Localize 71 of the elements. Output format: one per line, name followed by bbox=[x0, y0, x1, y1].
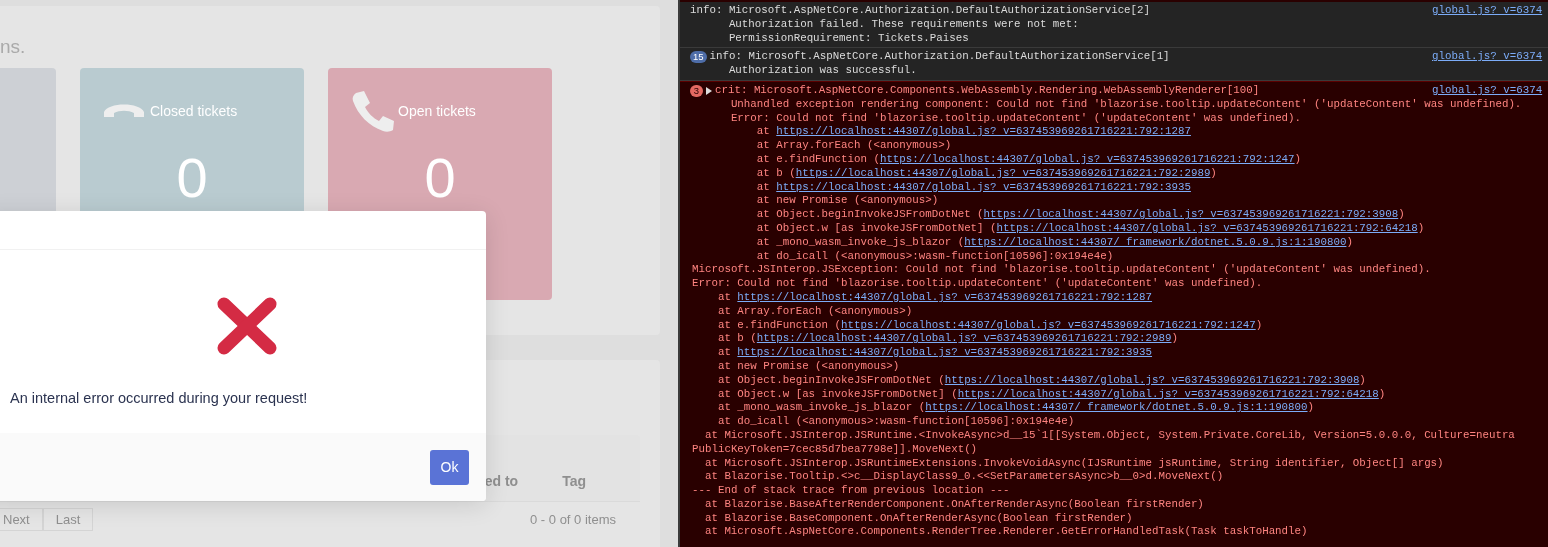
intro-text: ns. bbox=[0, 36, 26, 58]
stack-link[interactable]: https://localhost:44307/global.js? v=637453969261716221:792:1287 bbox=[776, 125, 1191, 138]
console-line: at e.findFunction (https://localhost:44307/global.js? v=637453969261716221:792:1247) bbox=[755, 152, 1303, 167]
card-label: Closed tickets bbox=[150, 103, 238, 119]
console-line: at https://localhost:44307/global.js? v=637453969261716221:792:1287 bbox=[716, 290, 1154, 305]
log-message: info: Microsoft.AspNetCore.Authorization.DefaultAuthorizationService[2] bbox=[690, 4, 1151, 18]
ok-button[interactable]: Ok bbox=[430, 449, 469, 485]
stack-link[interactable]: https://localhost:44307/global.js? v=637453969261716221:792:2989 bbox=[795, 166, 1211, 179]
stack-link[interactable]: https://localhost:44307/global.js? v=637453969261716221:792:1287 bbox=[737, 290, 1153, 303]
console-line: at Array.forEach (<anonymous>) bbox=[755, 139, 953, 153]
console-line: at _mono_wasm_invoke_js_blazor (https://localhost:44307/ framework/dotnet.5.0.9.js:1:190800) bbox=[755, 235, 1354, 250]
console-line: Authorization was successful. bbox=[727, 64, 918, 78]
card-label: Open tickets bbox=[398, 103, 476, 119]
stack-link[interactable]: https://localhost:44307/global.js? v=637453969261716221:792:2989 bbox=[756, 332, 1172, 345]
console-line: at e.findFunction (https://localhost:44307/global.js? v=637453969261716221:792:1247) bbox=[716, 318, 1264, 333]
source-link[interactable]: global.js? v=6374 bbox=[1432, 50, 1543, 65]
console-line: at https://localhost:44307/global.js? v=637453969261716221:792:1287 bbox=[755, 125, 1192, 140]
console-line: --- End of stack trace from previous location --- bbox=[692, 484, 1011, 498]
console-line: at Object.w [as invokeJSFromDotNet] (https://localhost:44307/global.js? v=637453969261716221:792:64218) bbox=[755, 221, 1426, 236]
console-line: at Microsoft.JSInterop.JSRuntimeExtensions.InvokeVoidAsync(IJSRuntime jsRuntime, String identifier, Object[] args) bbox=[703, 456, 1445, 471]
console-line: at b (https://localhost:44307/global.js? v=637453969261716221:792:2989) bbox=[755, 166, 1218, 181]
console-line: at do_icall (<anonymous>:wasm-function[10596]:0x194e4e) bbox=[755, 249, 1115, 264]
log-message: crit: Microsoft.AspNetCore.Components.WebAssembly.Rendering.WebAssemblyRenderer[100] bbox=[715, 84, 1260, 98]
console-line: at Microsoft.AspNetCore.Components.RenderTree.Renderer.GetErrorHandledTask(Task taskToHandle) bbox=[703, 525, 1309, 540]
items-summary: 0 - 0 of 0 items bbox=[530, 512, 616, 527]
count-badge: 15 bbox=[690, 51, 707, 64]
card-value: 0 bbox=[176, 150, 208, 206]
stack-link[interactable]: https://localhost:44307/global.js? v=637453969261716221:792:3935 bbox=[737, 346, 1153, 359]
console-line: at Object.beginInvokeJSFromDotNet (https://localhost:44307/global.js? v=637453969261716221:792:3908) bbox=[716, 373, 1367, 388]
source-link[interactable]: global.js? v=6374 bbox=[1432, 4, 1543, 18]
console-line: Microsoft.JSInterop.JSException: Could not find 'blazorise.tooltip.updateContent' ('updateContent' was undefined). bbox=[692, 263, 1432, 278]
console-line: PublicKeyToken=7cec85d7bea7798e]].MoveNext() bbox=[692, 442, 979, 457]
console-line: at new Promise (<anonymous>) bbox=[716, 359, 901, 374]
console-line: at do_icall (<anonymous>:wasm-function[10596]:0x194e4e) bbox=[716, 415, 1076, 429]
phone-down-icon bbox=[102, 102, 146, 120]
expand-icon[interactable] bbox=[706, 86, 712, 95]
phone-icon bbox=[350, 90, 394, 132]
stack-link[interactable]: https://localhost:44307/global.js? v=637453969261716221:792:1247 bbox=[879, 152, 1295, 165]
stack-link[interactable]: https://localhost:44307/ framework/dotnet.5.0.9.js:1:190800 bbox=[925, 401, 1308, 414]
console-line: at Object.w [as invokeJSFromDotNet] (https://localhost:44307/global.js? v=637453969261716221:792:64218) bbox=[716, 387, 1387, 402]
column-header: Tag bbox=[562, 473, 586, 489]
count-badge: 3 bbox=[690, 84, 703, 97]
error-icon bbox=[216, 296, 278, 356]
stack-link[interactable]: https://localhost:44307/global.js? v=637453969261716221:792:64218 bbox=[996, 221, 1418, 234]
console-line: at new Promise (<anonymous>) bbox=[755, 194, 940, 209]
stack-link[interactable]: https://localhost:44307/global.js? v=637453969261716221:792:3908 bbox=[983, 208, 1399, 221]
console-line: at Array.forEach (<anonymous>) bbox=[716, 304, 914, 319]
console-line: at https://localhost:44307/global.js? v=637453969261716221:792:3935 bbox=[716, 346, 1154, 360]
stack-link[interactable]: https://localhost:44307/global.js? v=637453969261716221:792:3908 bbox=[944, 373, 1360, 386]
console-line: Unhandled exception rendering component: Could not find 'blazorise.tooltip.updateContent' ('updateContent' was undefined). bbox=[729, 97, 1523, 112]
column-header: ed to bbox=[484, 473, 519, 489]
stack-link[interactable]: https://localhost:44307/global.js? v=637453969261716221:792:1247 bbox=[841, 318, 1256, 331]
console-line: at b (https://localhost:44307/global.js? v=637453969261716221:792:2989) bbox=[716, 332, 1179, 347]
console-line: PermissionRequirement: Tickets.Paises bbox=[727, 31, 970, 46]
console-line: at Blazorise.Tooltip.<>c__DisplayClass9_0.<<SetParametersAsync>b__0>d.MoveNext() bbox=[703, 470, 1225, 485]
stack-link[interactable]: https://localhost:44307/global.js? v=637453969261716221:792:64218 bbox=[957, 387, 1379, 400]
console-line: Error: Could not find 'blazorise.tooltip.updateContent' ('updateContent' was undefined). bbox=[729, 111, 1303, 126]
stack-link[interactable]: https://localhost:44307/ framework/dotnet.5.0.9.js:1:190800 bbox=[964, 235, 1347, 248]
console-line: Error: Could not find 'blazorise.tooltip.updateContent' ('updateContent' was undefined). bbox=[692, 277, 1264, 291]
console-line: at Microsoft.JSInterop.JSRuntime.<InvokeAsync>d__15`1[[System.Object, System.Private.CoreLib, Version=5.0.0.0, Culture=neutra bbox=[703, 428, 1516, 443]
card-value: 0 bbox=[424, 150, 456, 206]
console-line: at Blazorise.BaseComponent.OnAfterRenderAsync(Boolean firstRender) bbox=[703, 511, 1134, 526]
stack-link[interactable]: https://localhost:44307/global.js? v=637453969261716221:792:3935 bbox=[776, 180, 1191, 193]
error-message: An internal error occurred during your request! bbox=[10, 390, 309, 406]
log-message: info: Microsoft.AspNetCore.Authorization.DefaultAuthorizationService[1] bbox=[709, 50, 1170, 65]
console-line: at Object.beginInvokeJSFromDotNet (https://localhost:44307/global.js? v=637453969261716221:792:3908) bbox=[755, 208, 1406, 222]
console-line: at Blazorise.BaseAfterRenderComponent.OnAfterRenderAsync(Boolean firstRender) bbox=[703, 497, 1205, 512]
source-link[interactable]: global.js? v=6374 bbox=[1432, 84, 1543, 98]
console-line: at _mono_wasm_invoke_js_blazor (https://localhost:44307/ framework/dotnet.5.0.9.js:1:190800) bbox=[716, 401, 1315, 416]
console-line: Authorization failed. These requirements were not met: bbox=[727, 17, 1080, 32]
console-line: at https://localhost:44307/global.js? v=637453969261716221:792:3935 bbox=[755, 180, 1192, 195]
